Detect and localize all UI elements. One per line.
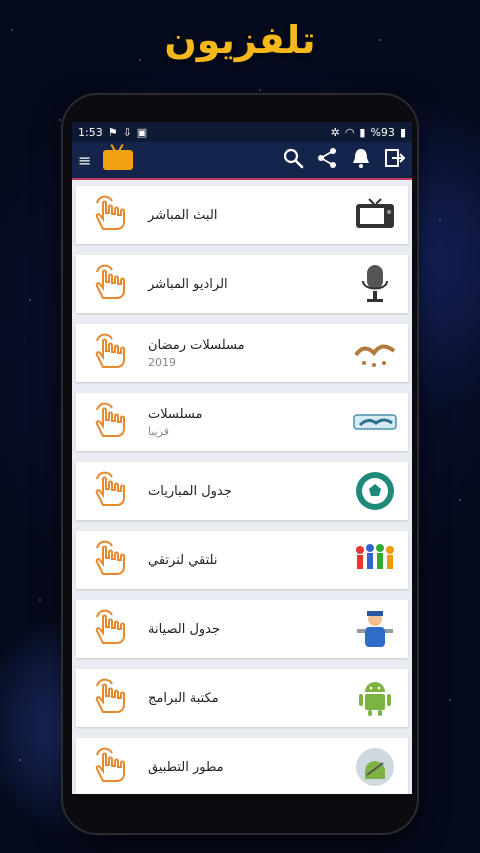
- item-text: جدول الصيانة: [130, 622, 352, 637]
- item-title: مكتبة البرامج: [148, 690, 219, 706]
- tap-hand-icon: [88, 401, 130, 443]
- list-item-ramadan-series[interactable]: مسلسلات رمضان 2019: [76, 324, 408, 382]
- tap-hand-icon: [88, 470, 130, 512]
- share-icon[interactable]: [316, 147, 338, 174]
- item-text: نلتقي لنرتقي: [130, 553, 352, 568]
- tap-hand-icon: [88, 608, 130, 650]
- bell-icon[interactable]: [350, 147, 372, 174]
- tap-hand-icon: [88, 677, 130, 719]
- item-title: جدول الصيانة: [148, 621, 221, 637]
- list-item-program-library[interactable]: مكتبة البرامج: [76, 669, 408, 727]
- list-item-meet-to-rise[interactable]: نلتقي لنرتقي: [76, 531, 408, 589]
- list-item-live-broadcast[interactable]: البث المباشر: [76, 186, 408, 244]
- item-text: مكتبة البرامج: [130, 691, 352, 706]
- tap-hand-icon: [88, 539, 130, 581]
- menu-list: البث المباشر الراديو المباشر مسلسلات رمض…: [72, 180, 412, 794]
- people-icon: [352, 537, 398, 583]
- tap-hand-icon: [88, 263, 130, 305]
- wifi-icon: ◠: [344, 125, 355, 139]
- item-text: البث المباشر: [130, 208, 352, 223]
- item-subtitle: قريبا: [148, 424, 170, 438]
- battery-icon: ▮: [399, 125, 406, 139]
- list-item-live-radio[interactable]: الراديو المباشر: [76, 255, 408, 313]
- item-subtitle: 2019: [148, 355, 176, 369]
- item-text: الراديو المباشر: [130, 277, 352, 292]
- menu-icon[interactable]: ≡: [78, 151, 91, 170]
- sync-icon: ✲: [330, 125, 340, 139]
- item-title: نلتقي لنرتقي: [148, 552, 218, 568]
- exit-icon[interactable]: [384, 147, 406, 174]
- search-icon[interactable]: [282, 147, 304, 174]
- item-title: مطور التطبيق: [148, 759, 224, 775]
- status-time: 1:53: [78, 125, 103, 139]
- signal-icon: ▮: [359, 125, 366, 139]
- item-text: جدول المباريات: [130, 484, 352, 499]
- item-title: البث المباشر: [148, 207, 218, 223]
- item-title: جدول المباريات: [148, 483, 232, 499]
- tap-hand-icon: [88, 332, 130, 374]
- android-icon: [352, 675, 398, 721]
- tap-hand-icon: [88, 746, 130, 788]
- mechanic-icon: [352, 606, 398, 652]
- ramadan-icon: [352, 330, 398, 376]
- item-title: الراديو المباشر: [148, 276, 228, 292]
- headline: تلفزيون: [164, 18, 316, 62]
- soccer-ball-icon: [352, 468, 398, 514]
- microphone-icon: [352, 261, 398, 307]
- item-text: مسلسلات رمضان 2019: [130, 338, 352, 369]
- download-icon: ⇩: [122, 125, 132, 139]
- tv-icon: [352, 192, 398, 238]
- battery-text: %93: [370, 125, 395, 139]
- list-item-app-developer[interactable]: مطور التطبيق: [76, 738, 408, 794]
- list-item-maintenance-schedule[interactable]: جدول الصيانة: [76, 600, 408, 658]
- tap-hand-icon: [88, 194, 130, 236]
- item-text: مسلسلات قريبا: [130, 407, 352, 438]
- developer-icon: [352, 744, 398, 790]
- notification-icon: ⚑: [107, 125, 118, 139]
- series-icon: [352, 399, 398, 445]
- list-item-series[interactable]: مسلسلات قريبا: [76, 393, 408, 451]
- item-title: مسلسلات: [148, 406, 203, 422]
- status-bar: 1:53 ⚑ ⇩ ▣ ✲ ◠ ▮ %93 ▮: [72, 122, 412, 142]
- image-icon: ▣: [136, 125, 148, 139]
- toolbar: ≡: [72, 142, 412, 180]
- app-logo: [103, 150, 134, 170]
- list-item-match-schedule[interactable]: جدول المباريات: [76, 462, 408, 520]
- app-screen: 1:53 ⚑ ⇩ ▣ ✲ ◠ ▮ %93 ▮ ≡ البث المباشر ال…: [72, 122, 412, 794]
- item-title: مسلسلات رمضان: [148, 337, 245, 353]
- item-text: مطور التطبيق: [130, 760, 352, 775]
